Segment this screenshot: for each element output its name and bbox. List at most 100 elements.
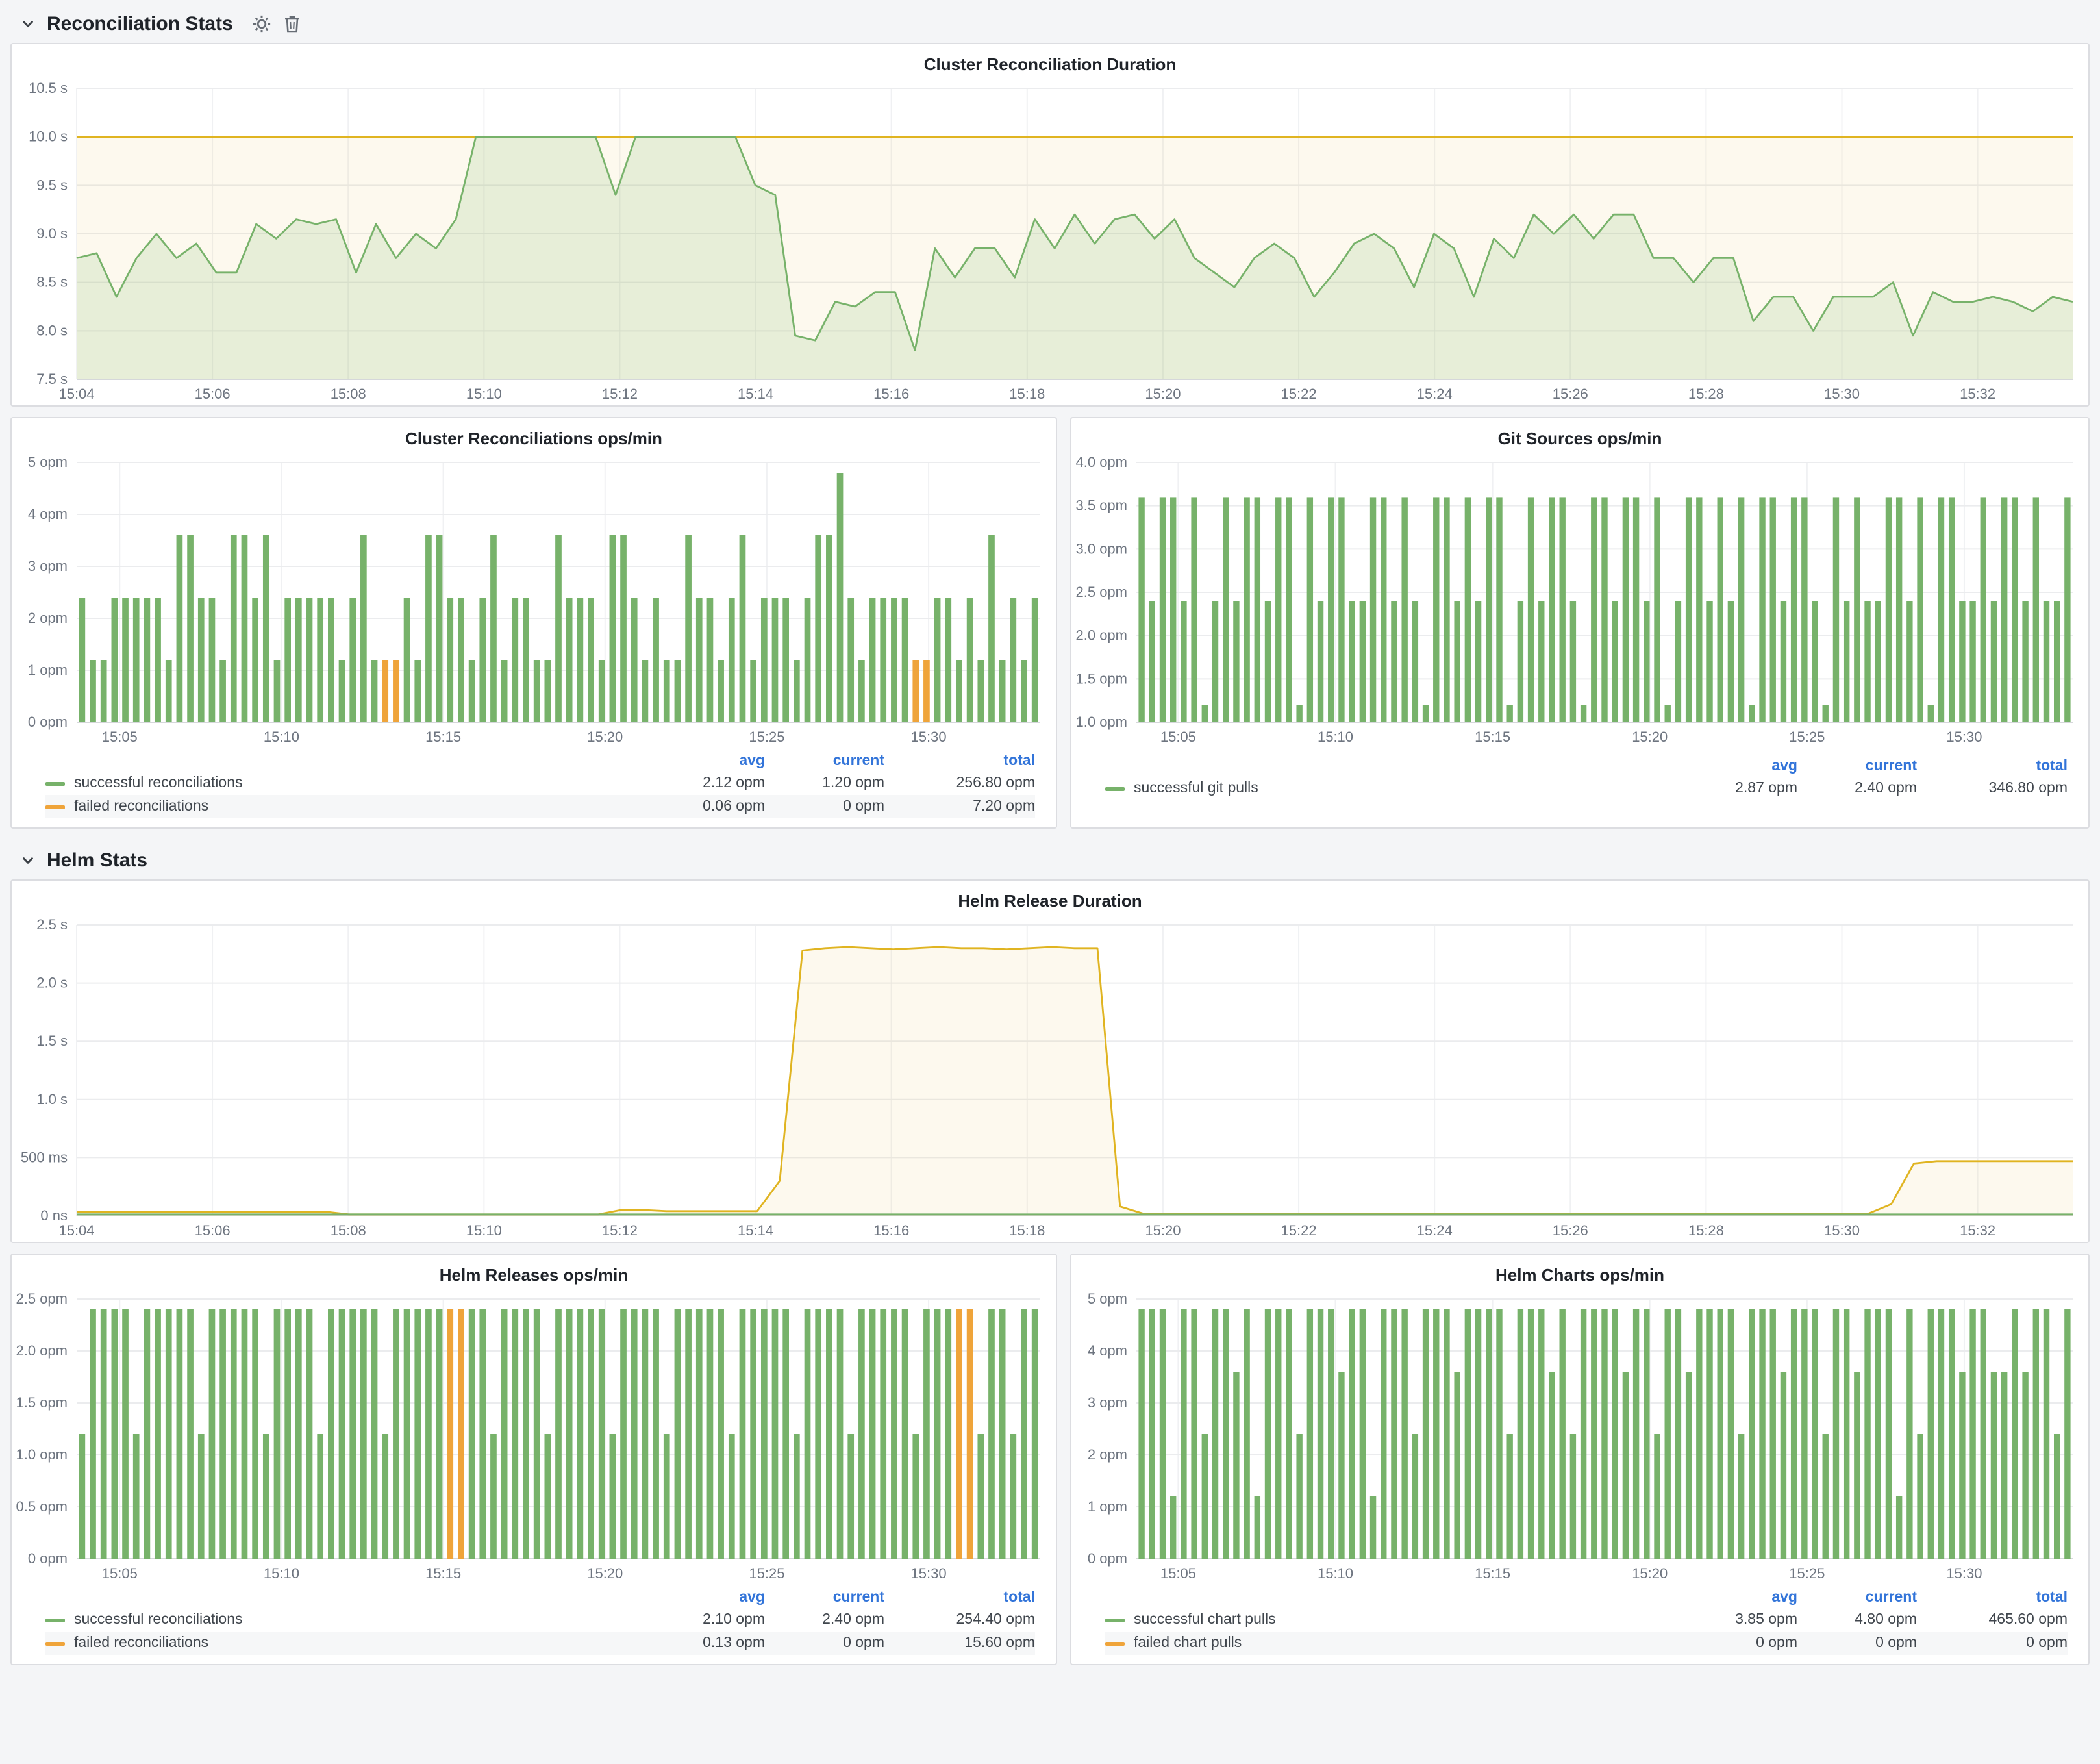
svg-text:1 opm: 1 opm — [1088, 1498, 1127, 1515]
legend-sort-avg[interactable]: avg — [645, 1587, 765, 1608]
svg-text:15:20: 15:20 — [1632, 1565, 1668, 1581]
section-reconciliation-stats[interactable]: Reconciliation Stats — [10, 3, 2090, 43]
legend-sort-total[interactable]: total — [1917, 1587, 2068, 1608]
svg-text:15:06: 15:06 — [195, 1222, 231, 1239]
legend-header: avg current total — [1105, 756, 2068, 777]
svg-text:10.5 s: 10.5 s — [29, 80, 68, 96]
panel-title[interactable]: Helm Release Duration — [12, 881, 2088, 914]
helm-duration-chart[interactable]: 15:0415:0615:0815:1015:1215:1415:1615:18… — [12, 914, 2088, 1242]
legend-row: successful reconciliations 2.10 opm 2.40… — [45, 1608, 1035, 1632]
legend-series-label[interactable]: failed reconciliations — [45, 1632, 645, 1655]
git-sources-chart[interactable]: 15:0515:1015:1515:2015:2515:301.0 opm1.5… — [1071, 452, 2088, 748]
svg-text:0 opm: 0 opm — [1088, 1550, 1127, 1567]
legend-row: successful chart pulls 3.85 opm 4.80 opm… — [1105, 1608, 2068, 1632]
panel-title[interactable]: Cluster Reconciliation Duration — [12, 44, 2088, 78]
legend-series-label[interactable]: successful git pulls — [1105, 777, 1678, 800]
legend: avg current total successful chart pulls… — [1071, 1585, 2088, 1664]
legend-series-label[interactable]: successful reconciliations — [45, 1608, 645, 1632]
helm-releases-chart[interactable]: 15:0515:1015:1515:2015:2515:300 opm0.5 o… — [12, 1289, 1056, 1585]
svg-text:15:25: 15:25 — [749, 729, 784, 745]
series-swatch — [45, 781, 65, 785]
panel-title[interactable]: Git Sources ops/min — [1071, 418, 2088, 452]
legend-series-label[interactable]: failed reconciliations — [45, 795, 645, 818]
series-swatch — [45, 805, 65, 809]
svg-text:15:08: 15:08 — [331, 1222, 366, 1239]
svg-text:0 opm: 0 opm — [28, 1550, 68, 1567]
svg-text:15:25: 15:25 — [749, 1565, 784, 1581]
legend-total-value: 7.20 opm — [884, 795, 1035, 818]
legend-current-value: 0 opm — [765, 1632, 884, 1655]
legend-avg-value: 0.06 opm — [645, 795, 765, 818]
panel-title[interactable]: Cluster Reconciliations ops/min — [12, 418, 1056, 452]
gear-icon[interactable] — [253, 14, 272, 34]
legend-sort-total[interactable]: total — [1917, 756, 2068, 777]
cluster-reconciliations-chart[interactable]: 15:0515:1015:1515:2015:2515:300 opm1 opm… — [12, 452, 1056, 748]
svg-text:1.0 opm: 1.0 opm — [1076, 714, 1128, 730]
legend-row: failed chart pulls 0 opm 0 opm 0 opm — [1105, 1632, 2068, 1655]
svg-text:3 opm: 3 opm — [1088, 1394, 1127, 1411]
svg-text:2.0 s: 2.0 s — [36, 975, 68, 991]
series-swatch — [1105, 1641, 1125, 1645]
series-swatch — [45, 1618, 65, 1622]
svg-text:15:05: 15:05 — [1160, 1565, 1196, 1581]
svg-text:8.0 s: 8.0 s — [36, 322, 68, 338]
legend-sort-avg[interactable]: avg — [1678, 756, 1797, 777]
svg-text:2.5 opm: 2.5 opm — [16, 1291, 68, 1307]
legend-sort-avg[interactable]: avg — [1678, 1587, 1797, 1608]
svg-text:2.0 opm: 2.0 opm — [1076, 627, 1128, 644]
legend-sort-current[interactable]: current — [1797, 1587, 1917, 1608]
svg-text:1.0 s: 1.0 s — [36, 1091, 68, 1107]
cluster-duration-chart[interactable]: 15:0415:0615:0815:1015:1215:1415:1615:18… — [12, 78, 2088, 405]
svg-text:15:25: 15:25 — [1789, 1565, 1825, 1581]
chevron-down-icon[interactable] — [21, 853, 35, 868]
svg-text:5 opm: 5 opm — [1088, 1291, 1127, 1307]
svg-text:1 opm: 1 opm — [28, 662, 68, 678]
svg-text:15:12: 15:12 — [602, 386, 638, 402]
helm-charts-chart[interactable]: 15:0515:1015:1515:2015:2515:300 opm1 opm… — [1071, 1289, 2088, 1585]
svg-text:9.5 s: 9.5 s — [36, 177, 68, 193]
svg-text:15:04: 15:04 — [58, 386, 94, 402]
legend-avg-value: 3.85 opm — [1678, 1608, 1797, 1632]
legend-sort-current[interactable]: current — [1797, 756, 1917, 777]
svg-text:15:14: 15:14 — [738, 386, 773, 402]
panel-cluster-reconciliation-duration: Cluster Reconciliation Duration 15:04 15:… — [10, 43, 2090, 407]
svg-text:2.0 opm: 2.0 opm — [16, 1342, 68, 1359]
section-helm-stats[interactable]: Helm Stats — [10, 839, 2090, 879]
legend-sort-total[interactable]: total — [884, 1587, 1035, 1608]
legend-series-label[interactable]: successful chart pulls — [1105, 1608, 1678, 1632]
svg-text:0 opm: 0 opm — [28, 714, 68, 730]
legend-series-label[interactable]: successful reconciliations — [45, 772, 645, 795]
legend-total-value: 254.40 opm — [884, 1608, 1035, 1632]
svg-text:15:16: 15:16 — [873, 1222, 909, 1239]
svg-text:2.5 opm: 2.5 opm — [1076, 584, 1128, 600]
svg-text:15:10: 15:10 — [466, 1222, 502, 1239]
svg-text:15:30: 15:30 — [911, 729, 947, 745]
svg-text:9.0 s: 9.0 s — [36, 225, 68, 242]
section-title[interactable]: Reconciliation Stats — [47, 13, 233, 35]
panel-helm-releases-ops: Helm Releases ops/min 15:0515:1015:1515:… — [10, 1254, 1057, 1665]
svg-text:15:10: 15:10 — [264, 1565, 299, 1581]
chevron-down-icon[interactable] — [21, 17, 35, 31]
legend-sort-current[interactable]: current — [765, 751, 884, 772]
legend: avg current total successful reconciliat… — [12, 748, 1056, 827]
section-title[interactable]: Helm Stats — [47, 850, 147, 872]
svg-text:15:30: 15:30 — [1824, 1222, 1860, 1239]
svg-text:15:14: 15:14 — [738, 1222, 773, 1239]
legend-sort-current[interactable]: current — [765, 1587, 884, 1608]
panel-title[interactable]: Helm Releases ops/min — [12, 1255, 1056, 1289]
legend-series-label[interactable]: failed chart pulls — [1105, 1632, 1678, 1655]
legend-sort-total[interactable]: total — [884, 751, 1035, 772]
svg-text:15:20: 15:20 — [587, 1565, 623, 1581]
svg-text:1.5 opm: 1.5 opm — [1076, 670, 1128, 687]
svg-text:2 opm: 2 opm — [1088, 1446, 1127, 1463]
svg-text:3 opm: 3 opm — [28, 558, 68, 574]
legend-total-value: 465.60 opm — [1917, 1608, 2068, 1632]
legend-sort-avg[interactable]: avg — [645, 751, 765, 772]
svg-text:1.5 s: 1.5 s — [36, 1033, 68, 1049]
trash-icon[interactable] — [284, 14, 302, 34]
svg-text:15:05: 15:05 — [102, 729, 138, 745]
svg-text:15:22: 15:22 — [1281, 1222, 1317, 1239]
svg-text:15:04: 15:04 — [58, 1222, 94, 1239]
svg-text:15:16: 15:16 — [873, 386, 909, 402]
panel-title[interactable]: Helm Charts ops/min — [1071, 1255, 2088, 1289]
